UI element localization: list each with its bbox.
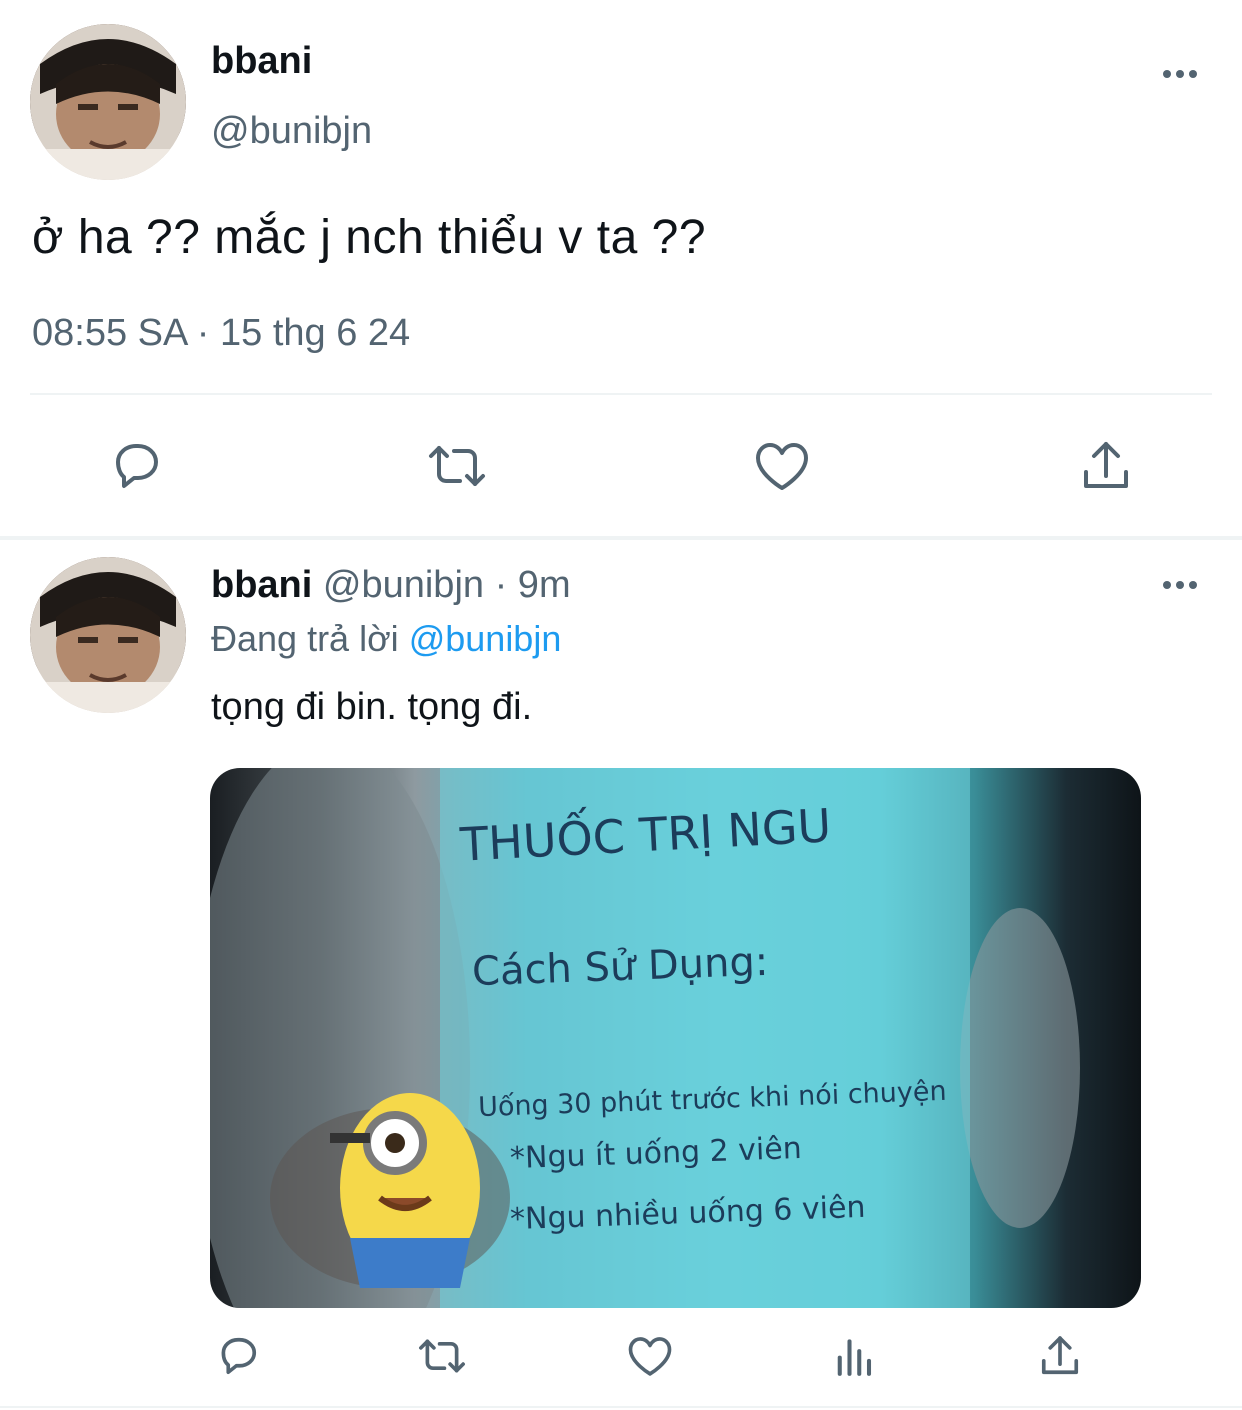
tweet-media-image[interactable]: THUỐC TRỊ NGU Cách Sử Dụng: Uống 30 phút… [210, 768, 1141, 1308]
reply-avatar[interactable] [30, 557, 186, 713]
avatar-photo [30, 24, 186, 180]
reply-retweet-icon[interactable] [416, 1330, 468, 1382]
divider [30, 393, 1212, 395]
reply-like-icon[interactable] [624, 1330, 676, 1382]
avatar-photo [30, 557, 186, 713]
share-icon[interactable] [1074, 434, 1138, 498]
reply-handle[interactable]: @bunibjn [323, 564, 484, 606]
avatar[interactable] [30, 24, 186, 180]
like-icon[interactable] [750, 434, 814, 498]
main-tweet: bbani @bunibjn ở ha ?? mắc j nch thiểu v… [0, 0, 1242, 538]
replying-prefix: Đang trả lời [211, 618, 399, 659]
reply-header: bbani @bunibjn · 9m [211, 564, 571, 607]
tweet-text: ở ha ?? mắc j nch thiểu v ta ?? [32, 211, 707, 264]
replying-mention[interactable]: @bunibjn [409, 618, 562, 659]
reply-text: tọng đi bin. tọng đi. [211, 686, 533, 728]
reply-icon[interactable] [104, 434, 168, 498]
replying-to: Đang trả lời @bunibjn [211, 618, 561, 660]
more-options-icon[interactable] [1158, 64, 1202, 84]
reply-display-name[interactable]: bbani [211, 564, 312, 606]
tweet-timestamp[interactable]: 08:55 SA · 15 thg 6 24 [32, 312, 410, 355]
analytics-icon[interactable] [830, 1330, 882, 1382]
reply-share-icon[interactable] [1034, 1330, 1086, 1382]
handle[interactable]: @bunibjn [211, 110, 372, 153]
reply-more-options-icon[interactable] [1158, 575, 1202, 595]
bottom-divider [0, 1406, 1242, 1408]
retweet-icon[interactable] [425, 434, 489, 498]
reply-reply-icon[interactable] [212, 1330, 264, 1382]
display-name[interactable]: bbani [211, 40, 312, 83]
reply-time[interactable]: · 9m [495, 564, 571, 606]
